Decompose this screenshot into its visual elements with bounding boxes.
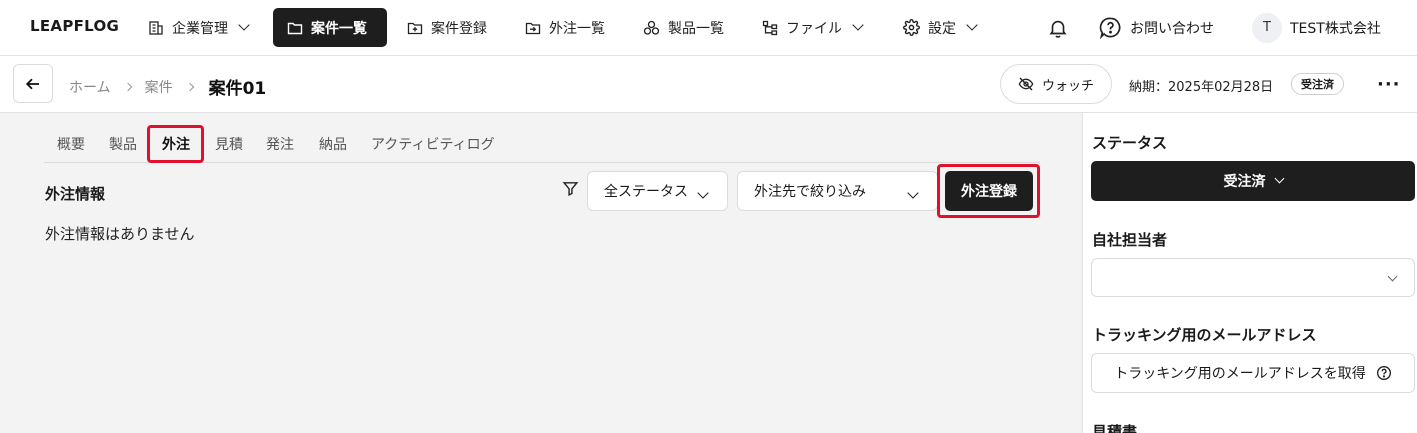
notification-button[interactable] — [1047, 8, 1069, 47]
nav-label: 案件一覧 — [311, 20, 367, 37]
tab-order[interactable]: 発注 — [266, 134, 294, 154]
details-sidebar: ステータス 受注済 自社担当者 トラッキング用のメールアドレス トラッキング用の… — [1082, 113, 1417, 433]
folder-icon — [287, 22, 303, 34]
breadcrumb: ホーム 案件 案件01 — [69, 74, 266, 99]
file-tree-icon — [762, 20, 778, 35]
page-title: 案件01 — [208, 79, 267, 99]
chevron-down-icon — [907, 187, 919, 199]
deadline-text: 納期：2025年02月28日 — [1129, 80, 1274, 95]
chevron-down-icon — [238, 19, 250, 31]
nav-label: 企業管理 — [172, 20, 228, 37]
contact-label: お問い合わせ — [1130, 20, 1214, 37]
status-dropdown-button[interactable]: 受注済 — [1091, 161, 1415, 201]
get-tracking-email-button[interactable]: トラッキング用のメールアドレスを取得 — [1091, 353, 1415, 393]
tab-delivery[interactable]: 納品 — [319, 134, 347, 154]
tracking-button-label: トラッキング用のメールアドレスを取得 — [1114, 366, 1366, 382]
building-icon — [149, 20, 163, 35]
help-circle-icon[interactable] — [1376, 365, 1392, 381]
filter-icon[interactable] — [562, 180, 579, 197]
nav-files[interactable]: ファイル — [748, 8, 876, 47]
nav-product-list[interactable]: 製品一覧 — [629, 8, 738, 47]
tab-estimate[interactable]: 見積 — [215, 134, 243, 154]
bell-icon — [1049, 20, 1067, 38]
breadcrumb-projects[interactable]: 案件 — [145, 77, 173, 97]
page-header: ホーム 案件 案件01 ウォッチ 納期：2025年02月28日 受注済 ··· — [0, 56, 1417, 113]
help-chat-icon — [1099, 17, 1121, 39]
top-navigation: LEAPFLOG 企業管理 案件一覧 案件登録 外注一覧 製品一覧 ファイル 設… — [0, 0, 1417, 56]
main-content: 概要 製品 外注 見積 発注 納品 アクティビティログ 外注情報 全ステータス … — [0, 113, 1082, 433]
nav-label: ファイル — [786, 20, 842, 37]
folder-plus-icon — [407, 22, 423, 34]
section-title: 外注情報 — [45, 185, 106, 203]
chevron-down-icon — [697, 187, 709, 199]
status-value: 受注済 — [1223, 174, 1266, 190]
assignee-label: 自社担当者 — [1092, 231, 1168, 249]
nav-project-list[interactable]: 案件一覧 — [273, 8, 387, 47]
watch-button[interactable]: ウォッチ — [1000, 64, 1112, 104]
watch-label: ウォッチ — [1041, 78, 1094, 94]
status-badge: 受注済 — [1291, 73, 1344, 95]
tracking-label: トラッキング用のメールアドレス — [1092, 326, 1317, 344]
nav-label: 設定 — [928, 20, 956, 37]
empty-message: 外注情報はありません — [45, 225, 195, 243]
arrow-left-icon — [25, 78, 39, 89]
avatar: T — [1252, 12, 1282, 43]
nav-project-register[interactable]: 案件登録 — [393, 8, 501, 47]
boxes-icon — [643, 20, 660, 35]
chevron-down-icon — [852, 19, 864, 31]
gear-icon — [903, 19, 920, 36]
tab-products[interactable]: 製品 — [109, 134, 137, 154]
chevron-down-icon — [1387, 271, 1398, 282]
nav-label: 外注一覧 — [549, 20, 605, 37]
status-filter-value: 全ステータス — [604, 184, 688, 200]
nav-label: 案件登録 — [431, 20, 487, 37]
chevron-down-icon — [1274, 173, 1284, 184]
tab-overview[interactable]: 概要 — [57, 134, 85, 154]
nav-settings[interactable]: 設定 — [889, 8, 990, 47]
folder-export-icon — [525, 22, 541, 34]
tab-highlight-box — [147, 125, 204, 163]
nav-company-management[interactable]: 企業管理 — [134, 8, 262, 47]
tab-activity-log[interactable]: アクティビティログ — [371, 134, 495, 154]
vendor-filter-placeholder: 外注先で絞り込み — [754, 184, 866, 200]
more-options-icon[interactable]: ··· — [1377, 74, 1401, 95]
company-name: TEST株式会社 — [1290, 20, 1381, 37]
chevron-right-icon — [185, 82, 194, 91]
contact-button[interactable]: お問い合わせ — [1099, 8, 1214, 47]
button-highlight-box — [937, 164, 1040, 218]
vendor-filter-select[interactable]: 外注先で絞り込み — [737, 171, 938, 211]
account-menu[interactable]: T TEST株式会社 — [1252, 8, 1381, 47]
estimate-label: 見積書 — [1092, 423, 1138, 433]
app-logo[interactable]: LEAPFLOG — [30, 17, 119, 35]
chevron-right-icon — [123, 82, 132, 91]
chevron-down-icon — [966, 19, 978, 31]
status-filter-select[interactable]: 全ステータス — [587, 171, 728, 211]
nav-outsourcing-list[interactable]: 外注一覧 — [511, 8, 619, 47]
nav-label: 製品一覧 — [668, 20, 724, 37]
assignee-select[interactable] — [1091, 258, 1415, 297]
status-label: ステータス — [1092, 134, 1168, 152]
back-button[interactable] — [13, 64, 53, 103]
breadcrumb-home[interactable]: ホーム — [69, 77, 111, 97]
eye-off-icon — [1018, 77, 1034, 91]
